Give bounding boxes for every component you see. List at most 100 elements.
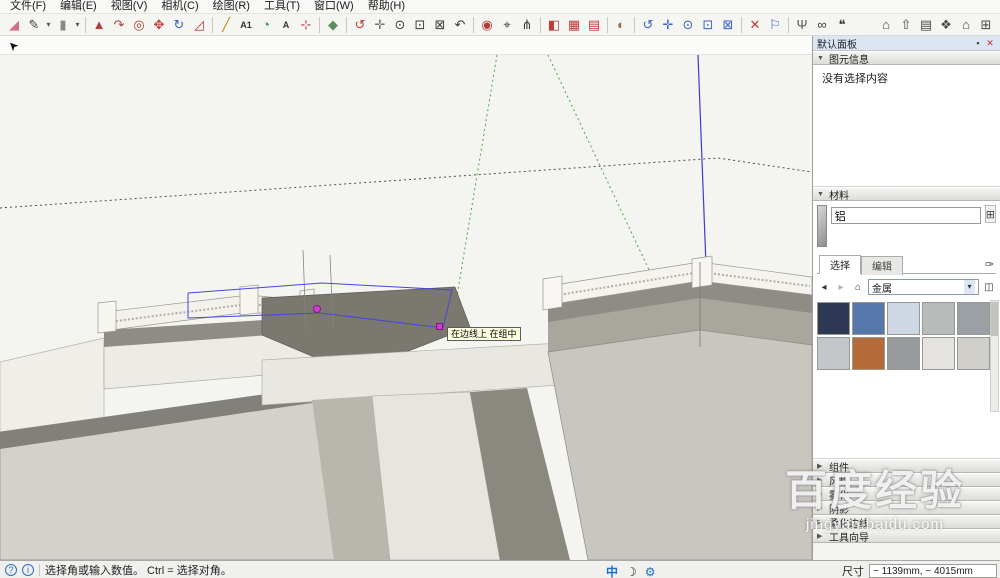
menu-help[interactable]: 帮助(H) <box>361 0 412 13</box>
model-viewport[interactable]: 在边线上 在组中 <box>0 55 812 560</box>
zoom-window-tool-2-icon[interactable]: ⊡ <box>699 15 717 34</box>
swatch-steel-diamond-plate[interactable] <box>887 337 920 370</box>
section-materials[interactable]: ▼ 材料 <box>813 187 1000 201</box>
select-tool-icon[interactable]: ➤ <box>4 36 22 55</box>
scrollbar-thumb[interactable] <box>991 302 998 336</box>
material-category-dropdown[interactable]: 金属 ▾ <box>868 279 979 295</box>
walk-tool-icon[interactable]: ⋔ <box>518 15 536 34</box>
offset-tool-icon[interactable]: ◎ <box>130 15 148 34</box>
zoom-tool-2-icon[interactable]: ⊙ <box>679 15 697 34</box>
delete-guides-icon[interactable]: ✕ <box>746 15 764 34</box>
follow-me-tool-icon[interactable]: ↷ <box>110 15 128 34</box>
section-plane-tool-icon[interactable]: ◧ <box>545 15 563 34</box>
share-component-button[interactable]: ▤ <box>917 15 935 34</box>
measurements-group: 尺寸 <box>842 563 997 578</box>
shadows-toggle-icon[interactable]: ◐ <box>612 15 630 34</box>
menu-file[interactable]: 文件(F) <box>3 0 53 13</box>
zoom-extents-tool-2-icon[interactable]: ⊠ <box>719 15 737 34</box>
line-tool-dropdown-icon[interactable]: ▾ <box>44 15 53 34</box>
line-tool-icon[interactable]: ✎ <box>25 15 43 34</box>
ime-settings-icon[interactable]: ⚙ <box>645 565 656 578</box>
microphone-icon[interactable]: Ψ <box>793 15 811 34</box>
look-around-tool-icon[interactable]: ⌖ <box>498 15 516 34</box>
menu-window[interactable]: 窗口(W) <box>307 0 361 13</box>
ime-language-indicator[interactable]: 中 <box>606 563 618 578</box>
previous-view-icon[interactable]: ↶ <box>451 15 469 34</box>
tray-menu-icon[interactable]: ▪ <box>972 37 984 49</box>
menu-tools[interactable]: 工具(T) <box>257 0 307 13</box>
section-instructor[interactable]: ▶ 工具向导 <box>813 529 1000 543</box>
forward-arrow-icon[interactable]: ▸ <box>834 280 848 294</box>
section-shadows[interactable]: ▶ 阴影 <box>813 501 1000 515</box>
extension-warehouse-button[interactable]: ❖ <box>937 15 955 34</box>
create-material-button[interactable]: ⊞ <box>985 205 996 223</box>
sample-paint-eyedropper-icon[interactable]: ✑ <box>985 258 994 273</box>
swatch-metal-off-white[interactable] <box>922 337 955 370</box>
in-model-home-icon[interactable]: ⌂ <box>851 280 865 294</box>
tab-edit[interactable]: 编辑 <box>861 256 903 275</box>
swatch-metal-light-gray[interactable] <box>957 337 990 370</box>
swatch-metal-gray-weave[interactable] <box>922 302 955 335</box>
swatch-metal-silver[interactable] <box>957 302 990 335</box>
back-arrow-icon[interactable]: ◂ <box>817 280 831 294</box>
swatch-aluminum-brushed[interactable] <box>817 337 850 370</box>
material-preview-thumbnail[interactable] <box>817 205 827 247</box>
swatch-copper-diamond-plate[interactable] <box>852 337 885 370</box>
push-pull-tool-icon[interactable]: ▲ <box>90 15 108 34</box>
swatch-metal-corrugated-blue[interactable] <box>817 302 850 335</box>
shapes-tool-dropdown-icon[interactable]: ▾ <box>73 15 82 34</box>
paint-bucket-tool-icon[interactable]: ◆ <box>324 15 342 34</box>
section-components[interactable]: ▶ 组件 <box>813 459 1000 473</box>
eraser-tool-icon[interactable]: ◢ <box>5 15 23 34</box>
display-section-cuts-icon[interactable]: ▤ <box>585 15 603 34</box>
building-right[interactable] <box>543 256 812 560</box>
section-soften-edges[interactable]: ▶ 柔化边线 <box>813 515 1000 529</box>
annotation-quotes-icon[interactable]: ❝ <box>833 15 851 34</box>
menu-draw[interactable]: 绘图(R) <box>206 0 257 13</box>
tray-close-icon[interactable]: ✕ <box>984 37 996 49</box>
pan-tool-icon[interactable]: ✛ <box>371 15 389 34</box>
rotate-tool-icon[interactable]: ↻ <box>170 15 188 34</box>
tray-titlebar[interactable]: 默认面板 ▪ ✕ <box>813 36 1000 51</box>
section-fog[interactable]: ▶ 雾化 <box>813 487 1000 501</box>
materials-scrollbar[interactable] <box>990 300 999 412</box>
share-model-button[interactable]: ⇧ <box>897 15 915 34</box>
section-title: 图元信息 <box>829 51 869 66</box>
zoom-extents-tool-icon[interactable]: ⊠ <box>431 15 449 34</box>
model-scene <box>0 55 812 560</box>
dimension-tool-icon[interactable]: A1 <box>237 15 255 34</box>
scale-tool-icon[interactable]: ◿ <box>190 15 208 34</box>
menu-view[interactable]: 视图(V) <box>104 0 155 13</box>
swatch-metal-blue[interactable] <box>852 302 885 335</box>
menu-edit[interactable]: 编辑(E) <box>53 0 104 13</box>
tab-select[interactable]: 选择 <box>819 255 861 274</box>
display-section-planes-icon[interactable]: ▦ <box>565 15 583 34</box>
menu-camera[interactable]: 相机(C) <box>154 0 205 13</box>
measurements-input[interactable] <box>869 564 997 578</box>
geo-location-icon[interactable]: ⚐ <box>766 15 784 34</box>
section-styles[interactable]: ▶ 风格 <box>813 473 1000 487</box>
text-tool-icon[interactable]: A <box>277 15 295 34</box>
section-entity-info[interactable]: ▼ 图元信息 <box>813 51 1000 65</box>
position-camera-tool-icon[interactable]: ◉ <box>478 15 496 34</box>
shapes-tool-icon[interactable]: ▮ <box>54 15 72 34</box>
help-icon[interactable]: ? <box>5 564 17 576</box>
move-tool-icon[interactable]: ✥ <box>150 15 168 34</box>
orbit-tool-icon[interactable]: ↺ <box>351 15 369 34</box>
tape-measure-tool-icon[interactable]: ╱ <box>217 15 235 34</box>
secondary-pane-icon[interactable]: ◫ <box>982 280 996 294</box>
pan-tool-2-icon[interactable]: ✛ <box>659 15 677 34</box>
ime-mode-icon[interactable]: ☽ <box>626 565 637 578</box>
zoom-window-tool-icon[interactable]: ⊡ <box>411 15 429 34</box>
orbit-tool-2-icon[interactable]: ↺ <box>639 15 657 34</box>
get-models-button[interactable]: ⌂ <box>877 15 895 34</box>
info-icon[interactable]: i <box>22 564 34 576</box>
axes-tool-icon[interactable]: ⊹ <box>297 15 315 34</box>
model-info-button[interactable]: ⊞ <box>977 15 995 34</box>
component-browser-button[interactable]: ⌂ <box>957 15 975 34</box>
zoom-tool-icon[interactable]: ⊙ <box>391 15 409 34</box>
material-name-input[interactable] <box>831 207 981 224</box>
xray-mode-toggle-icon[interactable]: ∞ <box>813 15 831 34</box>
swatch-metal-pale-blue[interactable] <box>887 302 920 335</box>
protractor-tool-icon[interactable]: ◔ <box>257 15 275 34</box>
